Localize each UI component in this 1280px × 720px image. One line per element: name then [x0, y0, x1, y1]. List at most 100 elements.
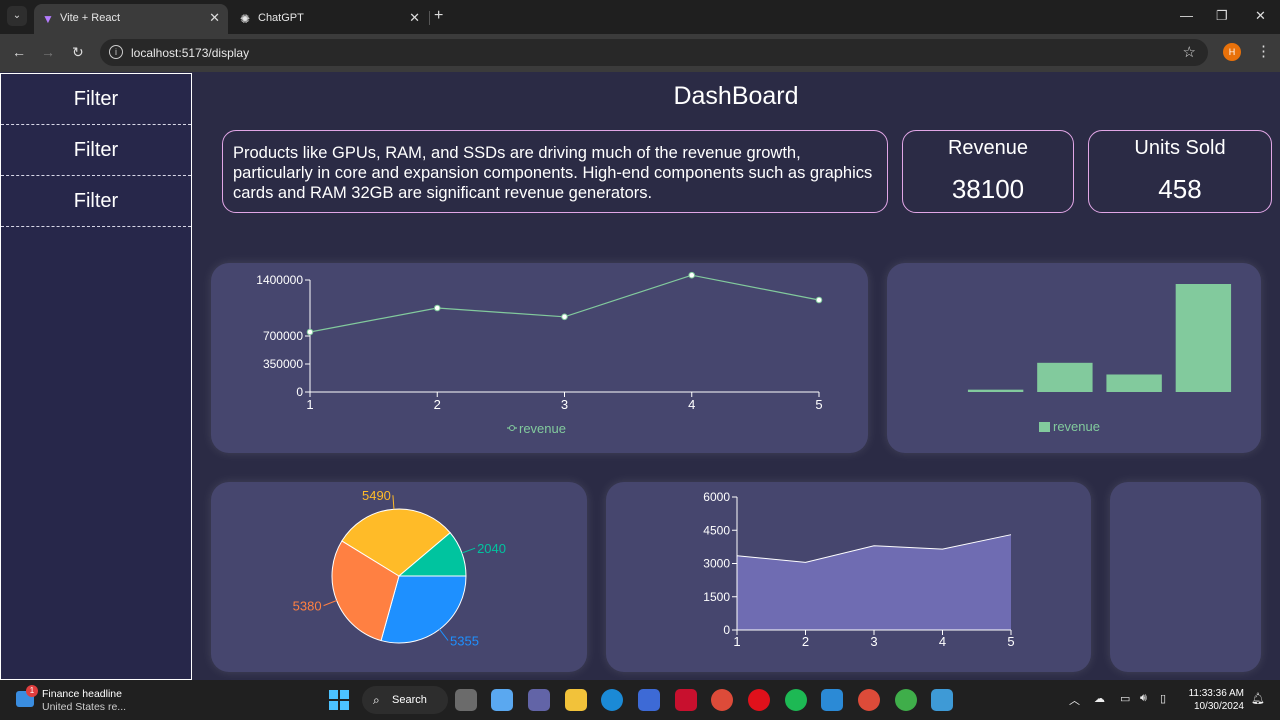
vite-icon: ▼ — [42, 12, 54, 26]
browser-toolbar: ← → ↻ i localhost:5173/display ☆ H ⋮ — [0, 34, 1280, 72]
profile-avatar[interactable]: H — [1223, 43, 1241, 61]
revenue-line — [309, 274, 820, 333]
file-explorer-icon[interactable] — [565, 689, 587, 711]
back-arrow-icon[interactable]: ← — [12, 44, 26, 60]
mongodb-icon[interactable] — [895, 689, 917, 711]
bookmark-star-icon[interactable]: ☆ — [1183, 43, 1196, 61]
sidebar-filter-1[interactable]: Filter — [1, 74, 191, 125]
x-tick-label: 4 — [939, 634, 946, 649]
url-text[interactable]: localhost:5173/display — [131, 46, 249, 60]
y-tick-label: 3000 — [703, 557, 730, 571]
data-point — [433, 304, 441, 312]
edge-icon[interactable] — [601, 689, 623, 711]
y-tick-label: 1500 — [703, 590, 730, 604]
sidebar-filter-2[interactable]: Filter — [1, 125, 191, 176]
tab-chatgpt[interactable]: ✺ ChatGPT ✕ — [232, 4, 428, 34]
line-chart-card: 0 350000 700000 1400000 1 2 3 4 5 revenue — [211, 263, 868, 453]
address-bar[interactable]: i localhost:5173/display ☆ — [100, 39, 1208, 66]
pie-label-leader — [392, 495, 395, 510]
stat-value: 38100 — [951, 174, 1025, 204]
insight-text-box: Products like GPUs, RAM, and SSDs are dr… — [222, 130, 888, 213]
area-fill — [737, 534, 1011, 630]
search-label: Search — [392, 694, 427, 706]
legend-swatch — [1039, 422, 1050, 432]
taskbar-search[interactable]: ⌕ Search — [362, 686, 448, 714]
spotify-icon[interactable] — [785, 689, 807, 711]
x-tick-label: 1 — [306, 397, 313, 412]
legend-label: revenue — [519, 421, 566, 436]
x-tick-label: 4 — [688, 397, 695, 412]
tab-divider — [429, 11, 430, 25]
clock-time: 11:33:36 AM — [1188, 688, 1244, 699]
site-info-icon[interactable]: i — [109, 45, 123, 59]
y-tick-label: 350000 — [263, 357, 303, 371]
y-tick-label: 700000 — [263, 329, 303, 343]
notification-bell-icon[interactable]: 🔔︎ — [1251, 692, 1265, 705]
x-tick-label: 5 — [815, 397, 822, 412]
pie-slice-label: 5490 — [362, 488, 391, 503]
forward-arrow-icon[interactable]: → — [41, 44, 55, 60]
system-clock[interactable]: 11:33:36 AM 10/30/2024 — [1188, 687, 1244, 713]
bar — [1106, 374, 1162, 392]
stat-label: Units Sold — [1134, 137, 1226, 159]
news-subtitle: United States re... — [42, 701, 127, 713]
windows-taskbar: 1 Finance headline United States re... ⌕… — [0, 680, 1280, 720]
store-icon[interactable] — [638, 689, 660, 711]
x-tick-label: 3 — [870, 634, 877, 649]
y-tick-label: 0 — [296, 385, 303, 399]
chevron-up-icon[interactable]: ︿ — [1069, 692, 1080, 708]
notepad-icon[interactable] — [931, 689, 953, 711]
legend-label: revenue — [1053, 419, 1100, 434]
opera-icon[interactable] — [748, 689, 770, 711]
new-tab-button[interactable]: + — [434, 7, 443, 25]
data-point — [306, 328, 314, 336]
volume-icon[interactable]: 🔊︎ — [1140, 692, 1147, 705]
network-icon[interactable]: ▭ — [1120, 692, 1130, 705]
pie-label-leader — [461, 547, 476, 554]
data-point — [688, 271, 696, 279]
area-chart-card: 0 1500 3000 4500 6000 1 2 3 4 5 — [606, 482, 1091, 672]
mcafee-icon[interactable] — [675, 689, 697, 711]
x-tick-label: 3 — [561, 397, 568, 412]
close-icon[interactable]: ✕ — [209, 10, 220, 26]
units-sold-stat-card: Units Sold 458 — [1088, 130, 1272, 213]
battery-icon[interactable]: ▯ — [1160, 692, 1166, 705]
windows-start-icon[interactable] — [329, 690, 349, 710]
page-content: Filter Filter Filter DashBoard Products … — [0, 72, 1280, 680]
pie-label-leader — [439, 629, 449, 641]
y-tick-label: 4500 — [703, 523, 730, 537]
y-tick-label: 6000 — [703, 490, 730, 504]
chrome-icon[interactable] — [711, 689, 733, 711]
browser-tab-bar: ⌄ ▼ Vite + React ✕ ✺ ChatGPT ✕ + — ❐ ✕ — [0, 0, 1280, 34]
reload-icon[interactable]: ↻ — [72, 44, 84, 61]
tab-vite-react[interactable]: ▼ Vite + React ✕ — [34, 4, 228, 34]
vscode-icon[interactable] — [821, 689, 843, 711]
more-menu-icon[interactable]: ⋮ — [1256, 42, 1271, 60]
clock-date: 10/30/2024 — [1193, 701, 1244, 712]
copilot-icon[interactable] — [491, 689, 513, 711]
filter-sidebar: Filter Filter Filter — [0, 73, 192, 680]
revenue-stat-card: Revenue 38100 — [902, 130, 1074, 213]
legend-marker — [509, 425, 515, 431]
tab-search-button[interactable]: ⌄ — [7, 6, 27, 26]
chatgpt-icon: ✺ — [240, 12, 251, 26]
close-icon[interactable]: ✕ — [409, 10, 420, 26]
area-chart: 0 1500 3000 4500 6000 1 2 3 4 5 — [703, 490, 1014, 649]
pie-chart-card: 5355 5380 5490 2040 — [211, 482, 587, 672]
bar — [1037, 362, 1093, 392]
pie-slice-label: 5380 — [293, 599, 322, 614]
minimize-button[interactable]: — — [1180, 8, 1193, 23]
sidebar-filter-3[interactable]: Filter — [1, 176, 191, 227]
y-tick-label: 0 — [723, 623, 730, 637]
maximize-button[interactable]: ❐ — [1216, 8, 1228, 24]
onedrive-icon[interactable]: ☁ — [1094, 692, 1105, 705]
chrome-profile-icon[interactable] — [858, 689, 880, 711]
stat-value: 458 — [1158, 174, 1202, 204]
news-title: Finance headline — [42, 688, 122, 700]
data-point — [561, 313, 568, 321]
teams-icon[interactable] — [528, 689, 550, 711]
task-view-icon[interactable] — [455, 689, 477, 711]
window-close-button[interactable]: ✕ — [1255, 8, 1266, 24]
bar — [1175, 284, 1232, 392]
x-tick-label: 2 — [802, 634, 809, 649]
